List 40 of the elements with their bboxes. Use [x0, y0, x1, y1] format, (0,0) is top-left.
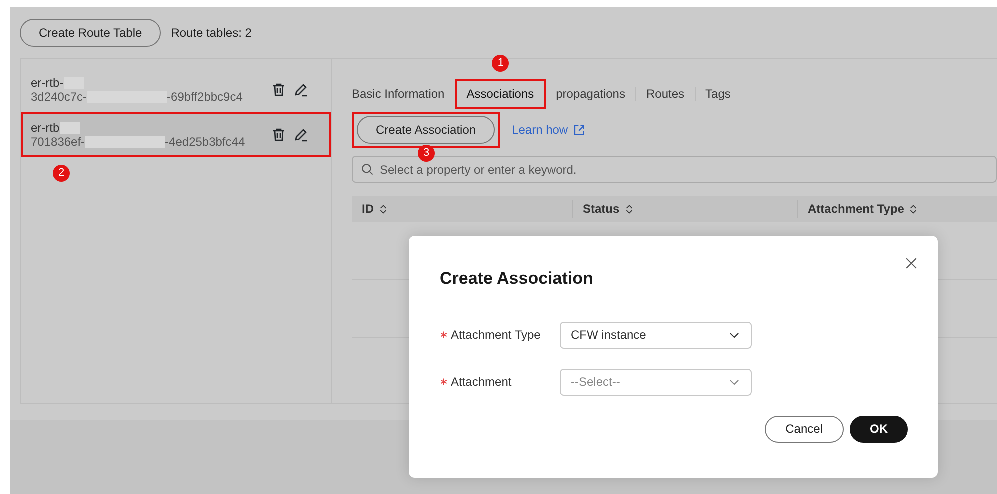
sort-icon [624, 204, 635, 214]
step-marker: 2 [53, 165, 70, 182]
create-association-button[interactable]: Create Association [357, 116, 496, 144]
external-link-icon [573, 124, 586, 136]
route-table-name: er-rtb- [31, 76, 64, 90]
route-table-id: 3d240c7c- [31, 90, 88, 104]
trash-icon[interactable] [271, 82, 287, 98]
dialog-title: Create Association [440, 268, 594, 290]
column-header: ID [352, 200, 572, 218]
tab[interactable]: Basic Information [352, 79, 455, 109]
redaction [60, 122, 80, 134]
select-field[interactable]: CFW instance [560, 322, 752, 348]
search-icon [361, 163, 374, 176]
route-table-count: Route tables: 2 [171, 24, 252, 42]
trash-icon[interactable] [271, 126, 287, 142]
route-table-id: -69bff2bbc9c4 [167, 90, 243, 104]
sort-icon [378, 204, 389, 214]
step-marker: 3 [418, 145, 436, 162]
pencil-icon[interactable] [293, 126, 309, 142]
route-table-name: er-rtb [31, 120, 60, 134]
select-field[interactable]: --Select-- [560, 368, 752, 396]
close-icon [905, 257, 918, 270]
tab[interactable]: Routes [636, 79, 695, 109]
create-route-table-button[interactable]: Create Route Table [20, 18, 162, 46]
cancel-button[interactable]: Cancel [764, 416, 844, 442]
pencil-icon[interactable] [293, 82, 309, 98]
sort-icon [908, 204, 920, 214]
step-marker: 1 [492, 55, 510, 72]
route-table-id: 701836ef- [31, 134, 86, 148]
route-table-id: -4ed25b3bfc44 [165, 134, 246, 148]
learn-how-link[interactable]: Learn how [512, 121, 586, 139]
field-label: Attachment Type [451, 327, 541, 344]
field-label: Attachment [451, 374, 512, 391]
ok-button[interactable]: OK [850, 416, 908, 442]
column-header: Status [572, 200, 797, 218]
search-field[interactable]: Select a property or enter a keyword. [352, 156, 997, 183]
tab[interactable]: Tags [696, 79, 741, 109]
tab[interactable]: propagations [546, 79, 636, 109]
route-table-item[interactable]: er-rtb- 3d240c7c- -69bff2bbc9c4 [21, 67, 331, 112]
column-header: Attachment Type [797, 200, 997, 218]
